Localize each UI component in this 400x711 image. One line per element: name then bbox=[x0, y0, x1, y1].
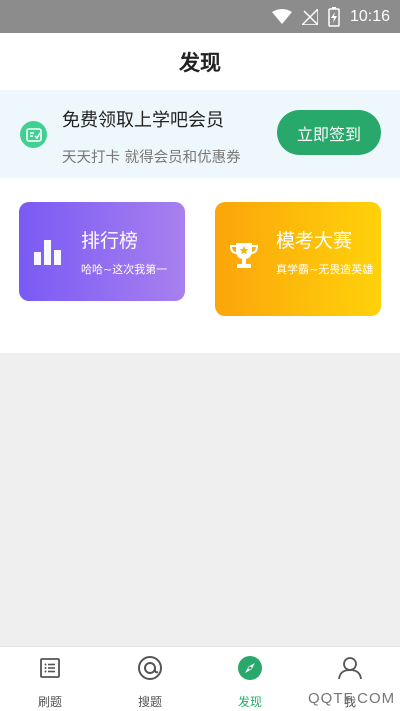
membership-card-icon bbox=[20, 121, 47, 148]
compass-icon bbox=[237, 655, 263, 681]
status-time: 10:16 bbox=[349, 7, 390, 25]
nav-label-practice: 刷题 bbox=[37, 695, 62, 709]
watermark: QQTF.COM bbox=[308, 690, 396, 707]
nav-item-discover[interactable]: 发现 bbox=[200, 647, 300, 711]
status-bar: 10:16 bbox=[0, 0, 400, 33]
page-title: 发现 bbox=[179, 50, 221, 75]
trophy-icon bbox=[229, 243, 259, 268]
banner-subtitle: 天天打卡 就得会员和优惠券 bbox=[62, 150, 241, 166]
bar-chart-icon bbox=[34, 240, 61, 265]
leaderboard-card[interactable]: 排行榜 哈哈~这次我第一 bbox=[19, 202, 185, 301]
leaderboard-title: 排行榜 bbox=[81, 230, 139, 252]
signin-button[interactable]: 立即签到 bbox=[277, 110, 381, 155]
battery-charging-icon bbox=[328, 6, 340, 27]
mock-exam-card[interactable]: 模考大赛 真学霸~无畏造英雄 bbox=[215, 202, 381, 316]
nav-label-discover: 发现 bbox=[237, 695, 262, 709]
mock-exam-subtitle: 真学霸~无畏造英雄 bbox=[276, 263, 374, 276]
nav-item-search[interactable]: 搜题 bbox=[100, 647, 200, 711]
banner-title: 免费领取上学吧会员 bbox=[62, 110, 224, 131]
person-icon bbox=[337, 655, 363, 681]
wifi-icon bbox=[271, 8, 292, 24]
list-icon bbox=[37, 655, 63, 681]
leaderboard-subtitle: 哈哈~这次我第一 bbox=[81, 263, 168, 276]
search-at-icon bbox=[137, 655, 163, 681]
mock-exam-title: 模考大赛 bbox=[276, 230, 353, 252]
nav-label-search: 搜题 bbox=[137, 695, 162, 709]
header: 发现 bbox=[0, 33, 400, 90]
nav-item-practice[interactable]: 刷题 bbox=[0, 647, 100, 711]
no-signal-icon bbox=[301, 8, 318, 25]
feature-cards: 排行榜 哈哈~这次我第一 模考大赛 真学霸~无畏造英雄 bbox=[0, 178, 400, 353]
